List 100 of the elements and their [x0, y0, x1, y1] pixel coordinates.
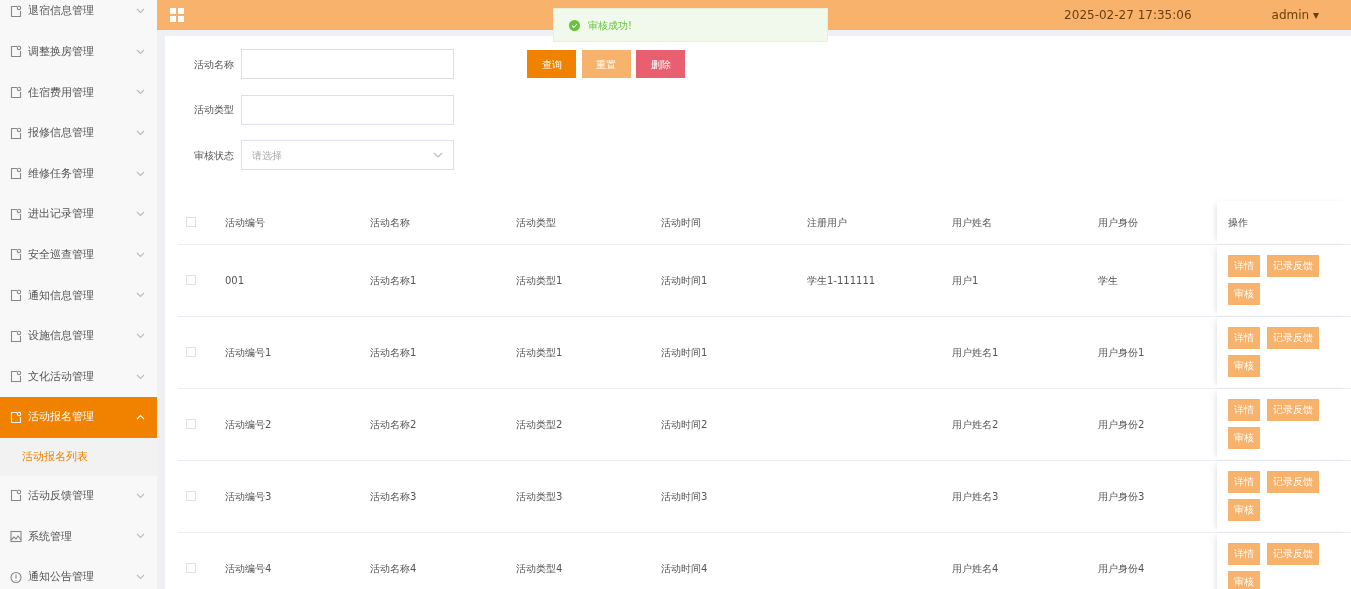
table-cell-text: 用户1 [952, 273, 980, 288]
row-action-button[interactable]: 记录反馈 [1267, 543, 1319, 565]
document-icon [10, 370, 22, 384]
sidebar-item[interactable]: 报修信息管理 [0, 112, 157, 154]
sidebar-item[interactable]: 通知信息管理 [0, 275, 157, 316]
table-cell-text: 活动时间4 [661, 561, 709, 576]
table-cell-text: 活动编号4 [225, 561, 273, 576]
input-field[interactable] [241, 49, 454, 79]
sidebar-item[interactable]: 活动反馈管理 [0, 475, 157, 517]
chevron-down-icon [136, 89, 145, 96]
grid-menu-icon [169, 7, 185, 23]
row-checkbox[interactable] [186, 419, 196, 429]
row-action-button[interactable]: 审核 [1228, 427, 1260, 449]
sidebar-item[interactable]: 住宿费用管理 [0, 72, 157, 113]
user-menu[interactable]: admin ▾ [1271, 6, 1319, 24]
table-cell-text: 活动名称1 [370, 345, 418, 360]
sidebar-item[interactable]: 退宿信息管理 [0, 0, 157, 32]
row-checkbox[interactable] [186, 275, 196, 285]
table-cell-text: 用户姓名1 [952, 345, 1000, 360]
row-action-button[interactable]: 记录反馈 [1267, 399, 1319, 421]
chevron-down-icon [136, 251, 145, 258]
sidebar-item[interactable]: 通知公告管理 [0, 556, 157, 589]
document-icon [10, 329, 22, 343]
row-action-button[interactable]: 记录反馈 [1267, 471, 1319, 493]
row-action-button[interactable]: 审核 [1228, 283, 1260, 305]
column-header: 活动时间 [661, 215, 702, 230]
chevron-down-icon [136, 292, 145, 299]
row-checkbox[interactable] [186, 563, 196, 573]
column-header: 活动名称 [370, 215, 411, 230]
document-icon [10, 207, 22, 221]
table-cell-text: 用户身份4 [1098, 561, 1146, 576]
table-cell-text: 用户身份3 [1098, 489, 1146, 504]
sidebar-item[interactable]: 设施信息管理 [0, 315, 157, 357]
sidebar-item[interactable]: 活动报名管理 [0, 396, 157, 438]
table-cell-text: 用户身份2 [1098, 417, 1146, 432]
field-label: 活动类型 [193, 103, 235, 117]
sidebar-item[interactable]: 系统管理 [0, 516, 157, 557]
table-cell-text: 学生 [1098, 273, 1119, 288]
action-button[interactable]: 删除 [636, 50, 685, 78]
sidebar-item[interactable]: 进出记录管理 [0, 193, 157, 235]
table-cell-text: 活动类型3 [516, 489, 564, 504]
row-action-button[interactable]: 记录反馈 [1267, 327, 1319, 349]
document-icon [10, 410, 22, 424]
chevron-down-icon [136, 8, 145, 15]
column-header: 活动类型 [516, 215, 557, 230]
row-action-button[interactable]: 审核 [1228, 355, 1260, 377]
table-cell-text: 活动名称3 [370, 489, 418, 504]
chevron-down-icon [136, 48, 145, 55]
table-cell-text: 用户姓名4 [952, 561, 1000, 576]
sidebar-item[interactable]: 安全巡查管理 [0, 234, 157, 276]
check-circle-icon [569, 19, 580, 31]
submenu-item[interactable]: 活动报名列表 [0, 437, 157, 476]
table-cell-text: 学生1-111111 [807, 273, 877, 288]
column-header: 用户身份 [1098, 215, 1139, 230]
row-action-button[interactable]: 详情 [1228, 255, 1260, 277]
table-cell-text: 活动类型1 [516, 273, 564, 288]
table-cell-text: 活动时间2 [661, 417, 709, 432]
table-cell-text: 活动名称1 [370, 273, 418, 288]
document-icon [10, 126, 22, 140]
chevron-down-icon [136, 333, 145, 340]
field-label: 活动名称 [193, 57, 235, 72]
column-header: 用户姓名 [952, 215, 993, 230]
sidebar-item[interactable]: 调整换房管理 [0, 31, 157, 73]
field-label: 审核状态 [193, 148, 235, 163]
table-cell-text: 活动名称2 [370, 417, 418, 432]
table-cell-text: 活动名称4 [370, 561, 418, 576]
table-cell-text: 活动编号2 [225, 417, 273, 432]
table-cell-text: 用户姓名2 [952, 417, 1000, 432]
success-toast: 审核成功! [553, 8, 828, 42]
table-cell-text: 用户姓名3 [952, 489, 1000, 504]
table-cell-text: 用户身份1 [1098, 345, 1146, 360]
column-header: 注册用户 [807, 215, 848, 230]
input-field[interactable] [241, 94, 454, 125]
row-action-button[interactable]: 记录反馈 [1267, 255, 1319, 277]
document-icon [10, 86, 22, 99]
table-cell-text: 001 [225, 273, 246, 288]
image-icon [10, 529, 22, 543]
table-cell-text: 活动类型2 [516, 417, 564, 432]
table-cell-text: 活动类型1 [516, 345, 564, 360]
document-icon [10, 248, 22, 262]
select-all-checkbox[interactable] [186, 217, 196, 227]
row-action-button[interactable]: 详情 [1228, 471, 1260, 493]
table-cell-text: 活动时间3 [661, 489, 709, 504]
action-button[interactable]: 重置 [581, 50, 631, 78]
sidebar-item[interactable]: 文化活动管理 [0, 356, 157, 397]
select-field[interactable]: 请选择 [241, 140, 454, 170]
row-checkbox[interactable] [186, 491, 196, 501]
row-action-button[interactable]: 详情 [1228, 399, 1260, 421]
row-action-button[interactable]: 审核 [1228, 499, 1260, 521]
row-checkbox[interactable] [186, 347, 196, 357]
chevron-down-icon [136, 130, 145, 137]
table-cell-text: 活动类型4 [516, 561, 564, 576]
table-cell-text: 活动时间1 [661, 345, 709, 360]
row-action-button[interactable]: 审核 [1228, 571, 1260, 589]
sidebar-item[interactable]: 维修任务管理 [0, 153, 157, 194]
document-icon [10, 167, 22, 181]
chevron-down-icon [136, 170, 145, 177]
action-button[interactable]: 查询 [527, 50, 576, 78]
row-action-button[interactable]: 详情 [1228, 543, 1260, 565]
row-action-button[interactable]: 详情 [1228, 327, 1260, 349]
